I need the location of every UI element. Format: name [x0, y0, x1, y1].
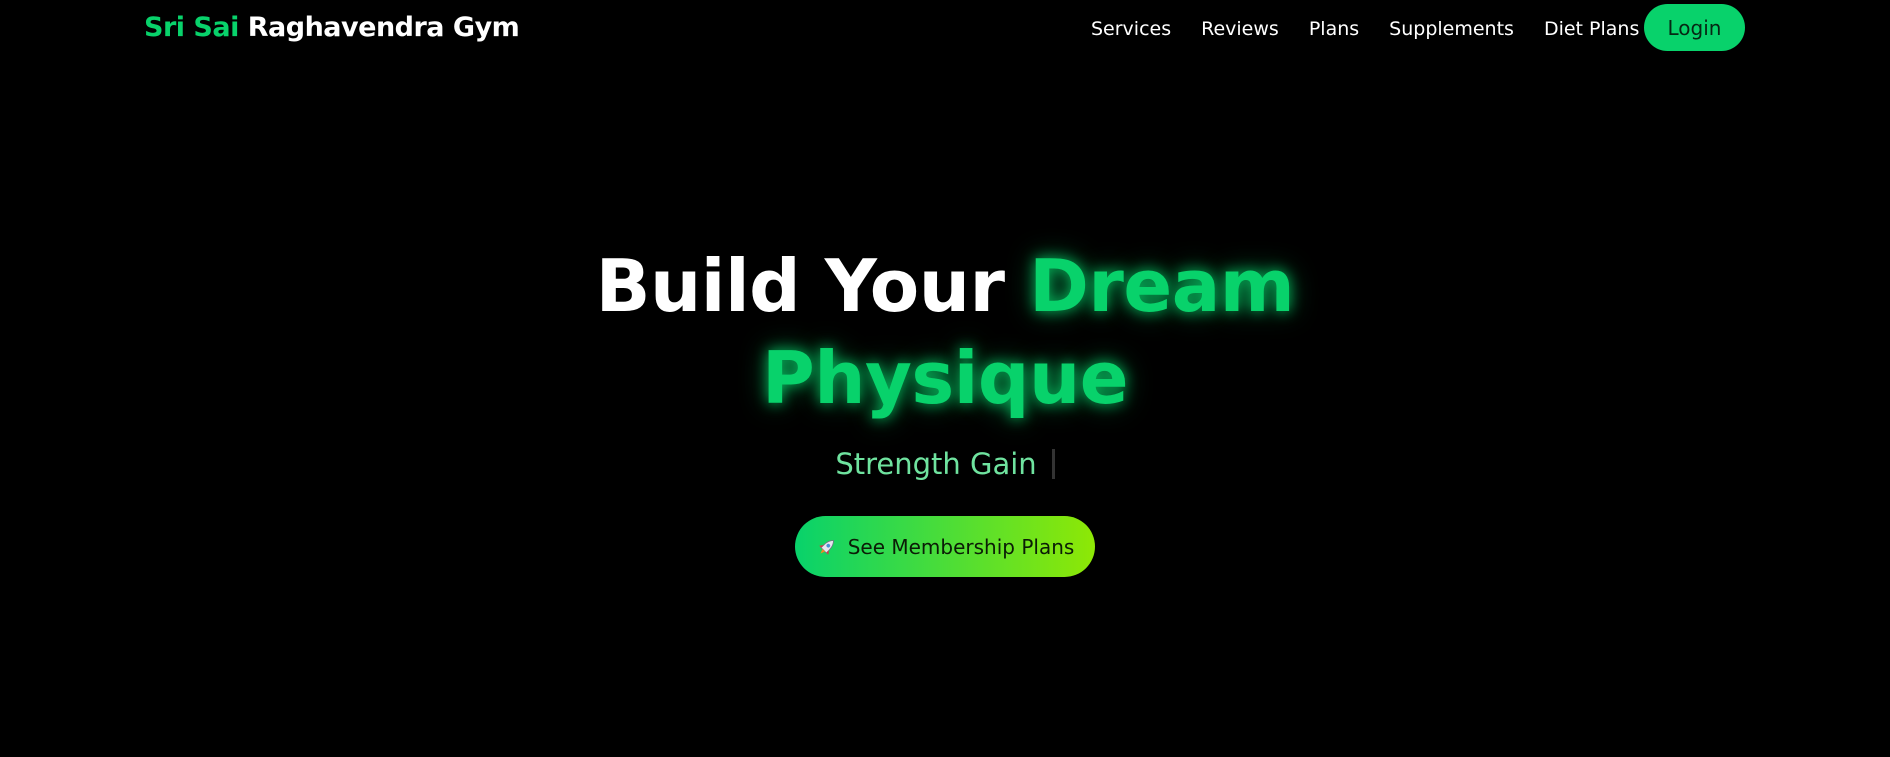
brand-logo[interactable]: Sri Sai Raghavendra Gym: [144, 12, 520, 43]
rocket-icon: [816, 536, 838, 558]
hero-title: Build Your Dream Physique: [0, 240, 1890, 424]
navbar: Sri Sai Raghavendra Gym Services Reviews…: [0, 0, 1890, 58]
brand-name-accent: Sri Sai: [144, 12, 239, 43]
hero-subtitle-row: Strength Gain: [0, 444, 1890, 484]
nav-link-diet-plans[interactable]: Diet Plans: [1544, 18, 1639, 40]
brand-name-rest: Raghavendra Gym: [247, 12, 520, 43]
typing-cursor: [1051, 449, 1055, 479]
cta-wrap: See Membership Plans: [0, 516, 1890, 577]
nav-link-supplements[interactable]: Supplements: [1389, 18, 1514, 40]
nav-link-reviews[interactable]: Reviews: [1201, 18, 1279, 40]
hero-title-physique: Physique: [761, 336, 1129, 420]
hero-subtitle-typed: Strength Gain: [835, 447, 1037, 481]
hero-title-white: Build Your: [595, 244, 1005, 328]
nav-link-plans[interactable]: Plans: [1309, 18, 1359, 40]
nav-links: Services Reviews Plans Supplements Diet …: [1091, 18, 1669, 40]
hero-title-dream: Dream: [1029, 244, 1295, 328]
login-button[interactable]: Login: [1644, 4, 1745, 51]
cta-label: See Membership Plans: [847, 534, 1075, 559]
landing-page: Sri Sai Raghavendra Gym Services Reviews…: [0, 0, 1890, 757]
nav-link-services[interactable]: Services: [1091, 18, 1171, 40]
hero-section: Build Your Dream Physique Strength Gain: [0, 240, 1890, 577]
see-membership-plans-button[interactable]: See Membership Plans: [795, 516, 1095, 577]
